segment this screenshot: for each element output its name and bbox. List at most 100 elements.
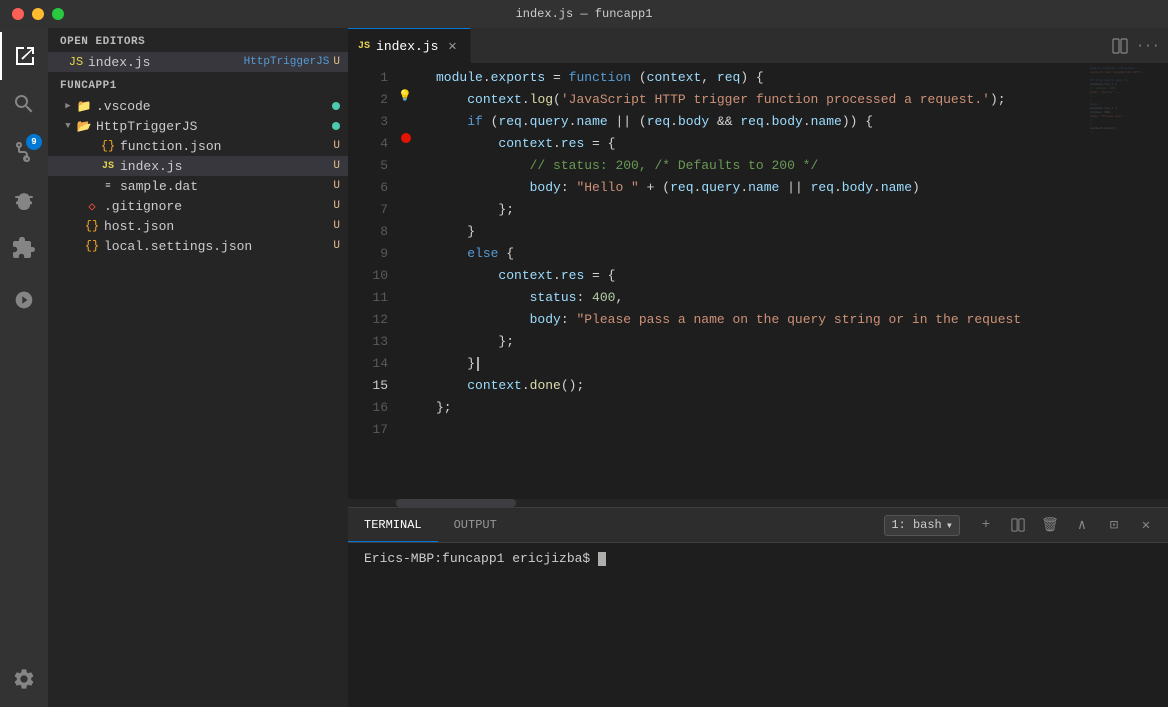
dat-file-icon: ≡ (100, 178, 116, 194)
minimize-traffic-light[interactable] (32, 8, 44, 20)
tree-item-modifier: U (333, 200, 348, 212)
code-line-6: // status: 200, /* Defaults to 200 */ (436, 155, 1088, 177)
sidebar-item-extensions[interactable] (0, 224, 48, 272)
tab-terminal-label: TERMINAL (364, 518, 422, 532)
arrow-icon (84, 138, 100, 154)
terminal-content[interactable]: Erics-MBP:funcapp1 ericjizba$ (348, 543, 1168, 707)
tree-item-label: HttpTriggerJS (96, 119, 332, 134)
tab-close-button[interactable]: ✕ (444, 38, 460, 54)
main-layout: 9 OPEN EDITORS JS index.js HttpTriggerJS… (0, 28, 1168, 707)
code-line-12: status: 400, (436, 287, 1088, 309)
arrow-icon: ▶ (60, 98, 76, 114)
tab-file-icon: JS (358, 41, 370, 52)
breakpoint-indicator (401, 133, 411, 143)
tree-item-local-settings-json[interactable]: {} local.settings.json U (48, 236, 348, 256)
sidebar-item-source-control[interactable]: 9 (0, 128, 48, 176)
settings-icon[interactable] (0, 659, 48, 707)
open-editor-modifier: U (333, 56, 348, 68)
lightbulb-icon: 💡 (398, 89, 412, 103)
code-line-2: context.log('JavaScript HTTP trigger fun… (436, 89, 1088, 111)
code-line-4: if (req.query.name || (req.body && req.b… (436, 111, 1088, 133)
code-line-11: context.res = { (436, 265, 1088, 287)
code-content: 1 2 3 4 5 6 7 8 9 10 11 12 13 14 15 16 1 (348, 63, 1168, 499)
tree-item-label: local.settings.json (104, 239, 333, 254)
activity-bar: 9 (0, 28, 48, 707)
json-file-icon: {} (100, 138, 116, 154)
kill-terminal-button[interactable]: 🗑 (1036, 511, 1064, 539)
open-editor-index-js[interactable]: JS index.js HttpTriggerJS U (48, 52, 348, 72)
panel-layout-button[interactable]: ⊡ (1100, 511, 1128, 539)
code-lines[interactable]: module.exports = function (context, req)… (420, 63, 1088, 499)
js-file-icon: JS (68, 54, 84, 70)
modified-indicator (332, 102, 340, 110)
add-terminal-button[interactable]: + (972, 511, 1000, 539)
editor-area: JS index.js ✕ ··· 1 2 3 4 5 (348, 28, 1168, 707)
tree-item-index-js[interactable]: JS index.js U (48, 156, 348, 176)
panel-tabs: TERMINAL OUTPUT 1: bash ▾ + 🗑 ∧ (348, 508, 1168, 543)
close-traffic-light[interactable] (12, 8, 24, 20)
code-line-7: body: "Hello " + (req.query.name || req.… (436, 177, 1088, 199)
tree-item-label: host.json (104, 219, 333, 234)
tree-item-httptriggerjs[interactable]: ▼ 📂 HttpTriggerJS (48, 116, 348, 136)
tab-terminal[interactable]: TERMINAL (348, 508, 438, 542)
split-terminal-button[interactable] (1004, 511, 1032, 539)
js-file-icon: JS (100, 158, 116, 174)
chevron-down-icon: ▾ (946, 518, 953, 533)
tree-item-modifier: U (333, 140, 348, 152)
more-actions-button[interactable]: ··· (1136, 34, 1160, 58)
folder-open-icon: 📂 (76, 118, 92, 134)
tab-output[interactable]: OUTPUT (438, 508, 513, 542)
code-line-5: context.res = { (436, 133, 1088, 155)
horizontal-scrollbar[interactable] (348, 499, 1168, 507)
tree-item-sample-dat[interactable]: ≡ sample.dat U (48, 176, 348, 196)
tree-item-label: .vscode (96, 99, 332, 114)
code-line-14: }; (436, 331, 1088, 353)
bottom-panel: TERMINAL OUTPUT 1: bash ▾ + 🗑 ∧ (348, 507, 1168, 707)
tab-bar: JS index.js ✕ ··· (348, 28, 1168, 63)
split-editor-button[interactable] (1108, 34, 1132, 58)
maximize-traffic-light[interactable] (52, 8, 64, 20)
code-line-8: }; (436, 199, 1088, 221)
arrow-icon (68, 238, 84, 254)
tree-item-host-json[interactable]: {} host.json U (48, 216, 348, 236)
code-line-9: } (436, 221, 1088, 243)
arrow-icon (68, 198, 84, 214)
panel-controls: 1: bash ▾ + 🗑 ∧ ⊡ ✕ (868, 508, 1168, 542)
code-editor[interactable]: 1 2 3 4 5 6 7 8 9 10 11 12 13 14 15 16 1 (348, 63, 1168, 499)
tree-item-modifier: U (333, 160, 348, 172)
window-title: index.js — funcapp1 (516, 7, 653, 21)
code-line-1: module.exports = function (context, req)… (436, 67, 1088, 89)
sidebar-item-debug[interactable] (0, 176, 48, 224)
tree-item-vscode[interactable]: ▶ 📁 .vscode (48, 96, 348, 116)
sidebar-item-explorer[interactable] (0, 32, 48, 80)
sidebar-item-remote[interactable] (0, 276, 48, 324)
funcapp1-label: FUNCAPP1 (48, 72, 348, 96)
close-panel-button[interactable]: ✕ (1132, 511, 1160, 539)
tree-item-label: index.js (120, 159, 333, 174)
json-file-icon: {} (84, 218, 100, 234)
cursor (477, 357, 479, 371)
open-editors-label: OPEN EDITORS (48, 28, 348, 52)
tree-item-function-json[interactable]: {} function.json U (48, 136, 348, 156)
sidebar-item-search[interactable] (0, 80, 48, 128)
folder-icon: 📁 (76, 98, 92, 114)
tab-label: index.js (376, 39, 438, 54)
maximize-panel-button[interactable]: ∧ (1068, 511, 1096, 539)
tree-item-label: sample.dat (120, 179, 333, 194)
arrow-icon: ▼ (60, 118, 76, 134)
tree-item-label: .gitignore (104, 199, 333, 214)
tree-item-gitignore[interactable]: ◇ .gitignore U (48, 196, 348, 216)
titlebar: index.js — funcapp1 (0, 0, 1168, 28)
code-line-17: }; (436, 397, 1088, 419)
line-numbers: 1 2 3 4 5 6 7 8 9 10 11 12 13 14 15 16 1 (348, 63, 396, 499)
tree-item-modifier: U (333, 180, 348, 192)
tree-item-modifier: U (333, 240, 348, 252)
shell-selector-label: 1: bash (891, 518, 941, 532)
shell-selector[interactable]: 1: bash ▾ (884, 515, 960, 536)
scroll-thumb (396, 499, 516, 507)
tab-index-js[interactable]: JS index.js ✕ (348, 28, 471, 63)
traffic-lights (12, 8, 64, 20)
code-line-10: else { (436, 243, 1088, 265)
git-file-icon: ◇ (84, 198, 100, 214)
arrow-icon (84, 158, 100, 174)
